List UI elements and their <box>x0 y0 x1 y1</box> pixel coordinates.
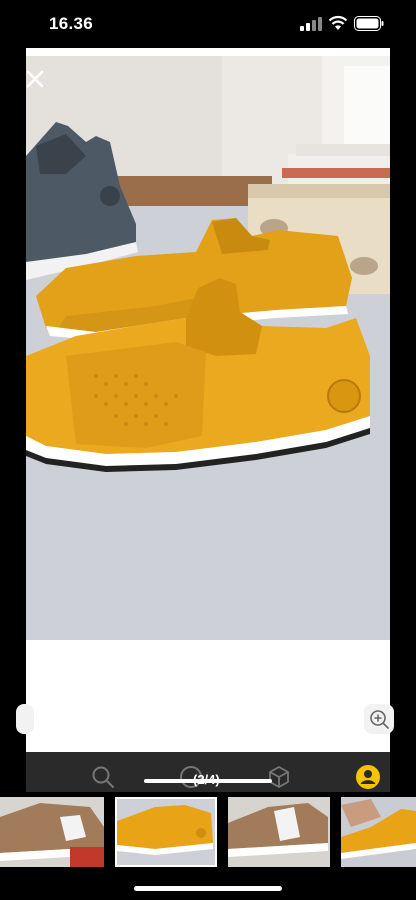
profile-icon[interactable] <box>355 764 381 790</box>
previous-panel-edge <box>16 704 34 734</box>
caption-area <box>26 640 390 752</box>
close-icon[interactable] <box>22 66 48 92</box>
thumb-2[interactable] <box>115 797 217 867</box>
wifi-icon <box>328 15 348 30</box>
zoom-button[interactable] <box>364 704 394 734</box>
product-photo[interactable] <box>26 56 390 640</box>
thumb-3[interactable] <box>228 797 330 867</box>
status-bar: 16.36 <box>0 0 416 50</box>
thumb-1[interactable] <box>0 797 104 867</box>
thumb-4[interactable] <box>341 797 416 867</box>
yellow-knit-sneakers-photo <box>26 56 390 640</box>
status-time: 16.36 <box>49 14 94 33</box>
zoom-in-icon <box>370 710 389 729</box>
search-icon[interactable] <box>90 764 116 790</box>
viewer-top-edge <box>26 48 390 56</box>
image-pager: (2/4) <box>193 772 220 787</box>
cube-icon[interactable] <box>266 764 292 790</box>
signal-icon <box>300 17 322 31</box>
battery-icon <box>354 16 384 31</box>
home-indicator[interactable] <box>134 886 282 891</box>
